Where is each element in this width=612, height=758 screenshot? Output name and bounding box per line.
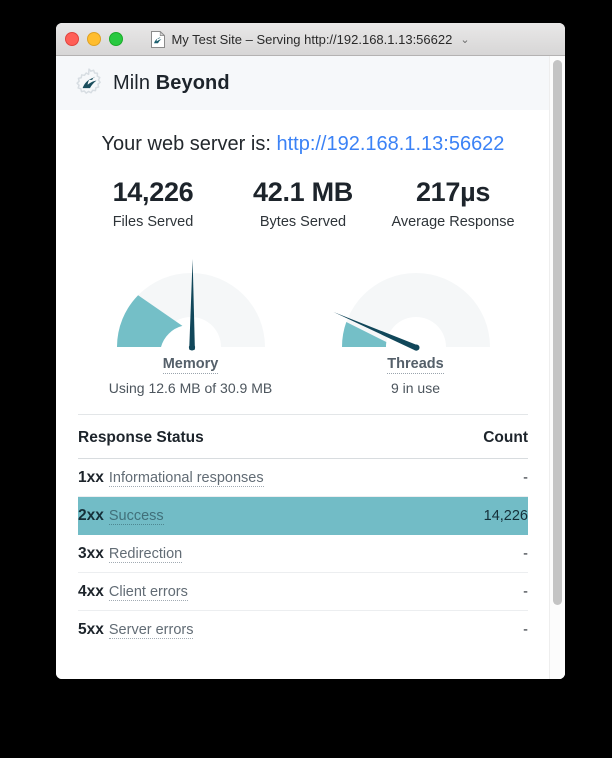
status-code: 2xx xyxy=(78,507,104,525)
status-description[interactable]: Success xyxy=(108,508,164,526)
table-row[interactable]: 5xx Server errors - xyxy=(78,611,528,649)
status-cell: 1xx Informational responses xyxy=(78,458,441,498)
status-code: 3xx xyxy=(78,545,104,563)
page-content: Miln Beyond Your web server is: http://1… xyxy=(56,56,565,679)
response-status-table: Response Status Count 1xx Informational r… xyxy=(78,415,528,648)
content-body: Your web server is: http://192.168.1.13:… xyxy=(56,133,550,648)
status-cell: 5xx Server errors xyxy=(78,611,441,649)
gauge-memory: Memory Using 12.6 MB of 30.9 MB xyxy=(78,251,303,396)
stat-value: 14,226 xyxy=(112,177,194,207)
stat-value: 42.1 MB xyxy=(253,177,353,207)
minimize-button-icon[interactable] xyxy=(87,32,101,46)
brand-header: Miln Beyond xyxy=(56,56,550,110)
count-cell: - xyxy=(440,534,528,574)
stat-average-response: 217µs Average Response xyxy=(378,178,528,233)
stat-bytes-served: 42.1 MB Bytes Served xyxy=(228,178,378,233)
table-head: Response Status Count xyxy=(78,415,528,460)
traffic-lights xyxy=(56,32,123,46)
stat-label: Files Served xyxy=(112,214,194,231)
gauge-title-threads[interactable]: Threads xyxy=(387,356,444,375)
memory-gauge-dial xyxy=(116,258,265,351)
window-titlebar[interactable]: My Test Site – Serving http://192.168.1.… xyxy=(56,23,565,56)
status-cell: 2xx Success xyxy=(78,496,441,536)
table-header-row: Response Status Count xyxy=(78,415,528,460)
server-url-link[interactable]: http://192.168.1.13:56622 xyxy=(276,133,504,155)
gauge-subtitle-memory: Using 12.6 MB of 30.9 MB xyxy=(108,380,273,397)
close-button-icon[interactable] xyxy=(65,32,79,46)
brand-name: Miln Beyond xyxy=(113,72,230,95)
count-cell: 14,226 xyxy=(440,496,528,536)
stat-value: 217µs xyxy=(415,177,491,207)
status-code: 5xx xyxy=(78,621,104,639)
status-description[interactable]: Server errors xyxy=(108,622,194,640)
table-row[interactable]: 2xx Success 14,226 xyxy=(78,496,528,536)
gauge-threads: Threads 9 in use xyxy=(303,251,528,396)
status-code: 1xx xyxy=(78,469,104,487)
stat-files-served: 14,226 Files Served xyxy=(78,178,228,233)
stat-label: Average Response xyxy=(391,214,515,231)
status-description[interactable]: Informational responses xyxy=(108,470,264,488)
stat-label: Bytes Served xyxy=(259,214,347,231)
status-cell: 4xx Client errors xyxy=(78,572,441,612)
status-cell: 3xx Redirection xyxy=(78,534,441,574)
server-url-line: Your web server is: http://192.168.1.13:… xyxy=(78,133,528,156)
brand-name-bold: Beyond xyxy=(155,71,230,94)
status-description[interactable]: Redirection xyxy=(108,546,183,564)
server-url-prefix: Your web server is: xyxy=(101,133,271,155)
page-scroll-area: Miln Beyond Your web server is: http://1… xyxy=(56,56,550,679)
gauge-title-memory[interactable]: Memory xyxy=(162,356,219,375)
threads-gauge-dial xyxy=(333,272,490,351)
count-cell: - xyxy=(440,572,528,612)
document-with-bird-icon xyxy=(151,30,166,48)
count-cell: - xyxy=(440,458,528,498)
table-row[interactable]: 3xx Redirection - xyxy=(78,534,528,574)
gauge-subtitle-threads: 9 in use xyxy=(390,380,441,397)
table-row[interactable]: 1xx Informational responses - xyxy=(78,458,528,498)
gauges-row: Memory Using 12.6 MB of 30.9 MB Threads … xyxy=(78,251,528,396)
count-cell: - xyxy=(523,622,528,639)
status-description[interactable]: Client errors xyxy=(108,584,188,602)
window-title-group: My Test Site – Serving http://192.168.1.… xyxy=(56,30,565,48)
brand-name-light: Miln xyxy=(113,71,156,94)
vertical-scrollbar[interactable] xyxy=(549,56,565,679)
column-header-count: Count xyxy=(440,415,528,460)
app-window: My Test Site – Serving http://192.168.1.… xyxy=(56,23,565,679)
table-row[interactable]: 4xx Client errors - xyxy=(78,572,528,612)
column-header-response-status: Response Status xyxy=(78,415,441,460)
window-title-text: My Test Site – Serving http://192.168.1.… xyxy=(171,31,453,47)
table-body: 1xx Informational responses - 2xx Success … xyxy=(78,458,528,649)
chevron-down-icon[interactable]: ⌄ xyxy=(460,33,469,46)
zoom-button-icon[interactable] xyxy=(109,32,123,46)
scrollbar-thumb[interactable] xyxy=(553,60,562,605)
status-code: 4xx xyxy=(78,583,104,601)
stats-row: 14,226 Files Served 42.1 MB Bytes Served… xyxy=(78,178,528,233)
gear-with-bird-logo xyxy=(76,68,101,94)
